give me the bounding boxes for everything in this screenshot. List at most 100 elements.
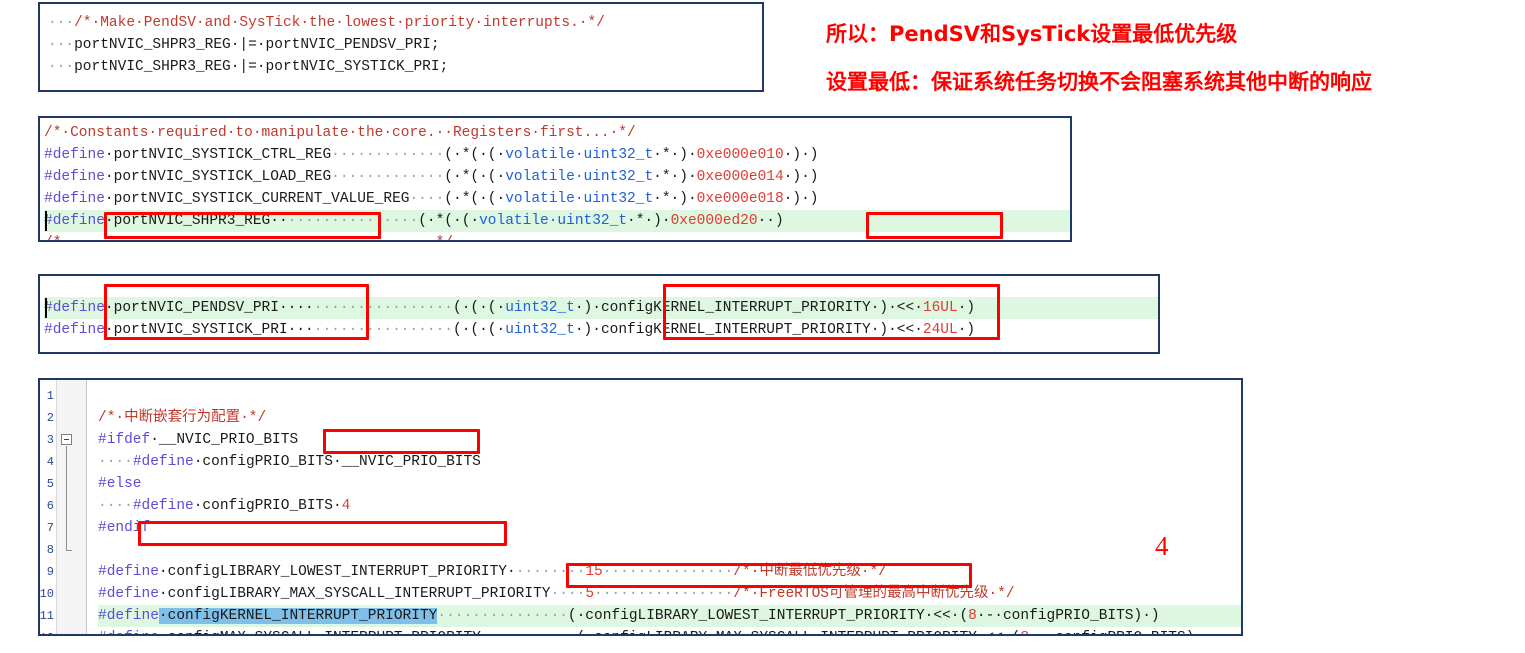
code-block-pendsv-systick-pri: #define·portNVIC_PENDSV_PRI·············… — [38, 274, 1160, 354]
code-token: ·)·) — [783, 147, 819, 163]
code-line-11: #define·configKERNEL_INTERRUPT_PRIORITY·… — [98, 605, 1241, 627]
code-token: 8 — [968, 608, 977, 624]
code-token: 0xe000e014 — [696, 169, 784, 185]
annotation-note-2: 设置最低：保证系统任务切换不会阻塞系统其他中断的响应 — [826, 70, 1372, 94]
code-token: ·*·)· — [653, 147, 697, 163]
code-token: #define — [44, 213, 105, 229]
code-line-4: #define·portNVIC_SYSTICK_CURRENT_VALUE_R… — [44, 188, 1070, 210]
code-token: ·)·) — [783, 191, 819, 207]
code-token: ··············· — [437, 608, 568, 624]
code-token: #define — [132, 454, 194, 470]
code-token: #define — [98, 564, 159, 580]
code-token: #define — [44, 300, 105, 316]
code-token: ·)·configKERNEL_INTERRUPT_PRIORITY·)·<<· — [574, 300, 923, 316]
code-token: /*·Constants·required·to·manipulate·the·… — [44, 125, 636, 141]
code-token: ·*/ — [860, 564, 887, 580]
code-token: /*······································… — [44, 235, 453, 240]
code-token: 15 — [585, 564, 603, 580]
code-token: ···· — [409, 191, 445, 207]
code-line-6: ····#define·configPRIO_BITS·4 — [98, 495, 1241, 517]
code-token: ··············· — [287, 213, 419, 229]
code-token: #endif — [98, 520, 151, 536]
code-token: uint32_t — [505, 300, 575, 316]
code-line-3: #ifdef·__NVIC_PRIO_BITS — [98, 429, 1241, 451]
code-token: 5 — [585, 586, 595, 602]
code-token: 0xe000ed20 — [670, 213, 758, 229]
code-token: ·)·configKERNEL_INTERRUPT_PRIORITY·)·<<· — [574, 322, 923, 338]
annotation-note-1: 所以：PendSV和SysTick设置最低优先级 — [826, 22, 1238, 46]
code-line-4: ····#define·configPRIO_BITS·__NVIC_PRIO_… — [98, 451, 1241, 473]
code-token: #define — [98, 586, 159, 602]
code-token: volatile·uint32_t — [505, 191, 654, 207]
code-token: ·portNVIC_PENDSV_PRI···· — [104, 300, 314, 316]
code-token: ·configPRIO_BITS· — [193, 498, 342, 514]
code-token: #define — [44, 147, 105, 163]
code-token: #define — [98, 608, 159, 624]
code-token: #define — [98, 630, 159, 634]
code-body: #define·portNVIC_PENDSV_PRI·············… — [40, 276, 1158, 341]
code-token: ················ — [594, 586, 734, 602]
code-token: #define — [132, 498, 194, 514]
code-token: (·(·(· — [453, 322, 506, 338]
code-token: ·configMAX_SYSCALL_INTERRUPT_PRIORITY — [159, 630, 481, 634]
code-token: #define — [44, 191, 105, 207]
code-token: 中断最低优先级 — [759, 564, 861, 580]
code-token: ·)·) — [783, 169, 819, 185]
code-token: ·__NVIC_PRIO_BITS — [150, 432, 299, 448]
code-token: ·*·)· — [627, 213, 671, 229]
code-line-2: #define·portNVIC_SYSTICK_CTRL_REG·······… — [44, 144, 1070, 166]
code-token: portNVIC_SHPR3_REG·|=·portNVIC_SYSTICK_P… — [74, 59, 449, 75]
code-body: /*·中断嵌套行为配置·*/#ifdef·__NVIC_PRIO_BITS ···… — [40, 380, 1241, 634]
code-line-2: /*·中断嵌套行为配置·*/ — [98, 407, 1241, 429]
code-token: ·configKERNEL_INTERRUPT_PRIORITY — [158, 608, 438, 624]
code-token: ········ — [515, 564, 586, 580]
code-token: ··) — [757, 213, 784, 229]
code-token: ·configPRIO_BITS·__NVIC_PRIO_BITS — [193, 454, 481, 470]
code-token: uint32_t — [505, 322, 575, 338]
code-line-1: /*·Constants·required·to·manipulate·the·… — [44, 122, 1070, 144]
code-token: ·*·)· — [653, 169, 697, 185]
code-token: ·) — [957, 300, 976, 316]
code-block-port-snippet: ···/*·Make·PendSV·and·SysTick·the·lowest… — [38, 2, 764, 92]
code-token: ················ — [313, 322, 453, 338]
code-line-1: #define·portNVIC_PENDSV_PRI·············… — [44, 297, 1158, 319]
code-token: ············· — [331, 147, 445, 163]
code-token: ···· — [550, 586, 586, 602]
code-token: ··············· — [602, 564, 734, 580]
code-token: ·) — [957, 322, 976, 338]
code-token: ·configLIBRARY_MAX_SYSCALL_INTERRUPT_PRI… — [158, 586, 551, 602]
code-token: portNVIC_SHPR3_REG·|=·portNVIC_PENDSV_PR… — [74, 37, 440, 53]
code-token: #define — [44, 322, 105, 338]
text-caret — [45, 298, 47, 318]
code-line-3: ···portNVIC_SHPR3_REG·|=·portNVIC_SYSTIC… — [48, 56, 762, 78]
code-token: /*· — [98, 410, 125, 426]
code-token: ·*/ — [988, 586, 1015, 602]
code-token: #ifdef — [98, 432, 151, 448]
code-token: 4 — [341, 498, 351, 514]
code-token: ·*·)· — [653, 191, 697, 207]
code-token: ·portNVIC_SYSTICK_PRI··· — [104, 322, 314, 338]
code-token: ············· — [331, 169, 445, 185]
code-token: (·configLIBRARY_LOWEST_INTERRUPT_PRIORIT… — [567, 608, 969, 624]
code-token: ···· — [98, 498, 133, 514]
code-token: (·*(·(· — [444, 147, 506, 163]
code-token: ················ — [313, 300, 453, 316]
code-token: volatile·uint32_t — [505, 147, 654, 163]
code-token: /*·Make·PendSV·and·SysTick·the·lowest·pr… — [74, 15, 605, 31]
code-token: FreeRTOS可管理的最高中断优先级 — [759, 586, 989, 602]
code-line-7: #endif — [98, 517, 1241, 539]
annotation-note-3: 4 — [1155, 531, 1169, 561]
code-token: (·*(·(· — [444, 169, 506, 185]
code-token: (·*(·(· — [444, 191, 506, 207]
code-token: 16UL — [922, 300, 958, 316]
code-line-2: #define·portNVIC_SYSTICK_PRI············… — [44, 319, 1158, 341]
code-token: ·configLIBRARY_LOWEST_INTERRUPT_PRIORITY… — [158, 564, 516, 580]
code-block-core-registers: /*·Constants·required·to·manipulate·the·… — [38, 116, 1072, 242]
code-token: /*· — [733, 564, 760, 580]
code-token: (·configLIBRARY_MAX_SYSCALL_INTERRUPT_PR… — [577, 630, 1021, 634]
code-line-3: #define·portNVIC_SYSTICK_LOAD_REG·······… — [44, 166, 1070, 188]
code-token: ···· — [98, 454, 133, 470]
code-line-5: #else — [98, 473, 1241, 495]
